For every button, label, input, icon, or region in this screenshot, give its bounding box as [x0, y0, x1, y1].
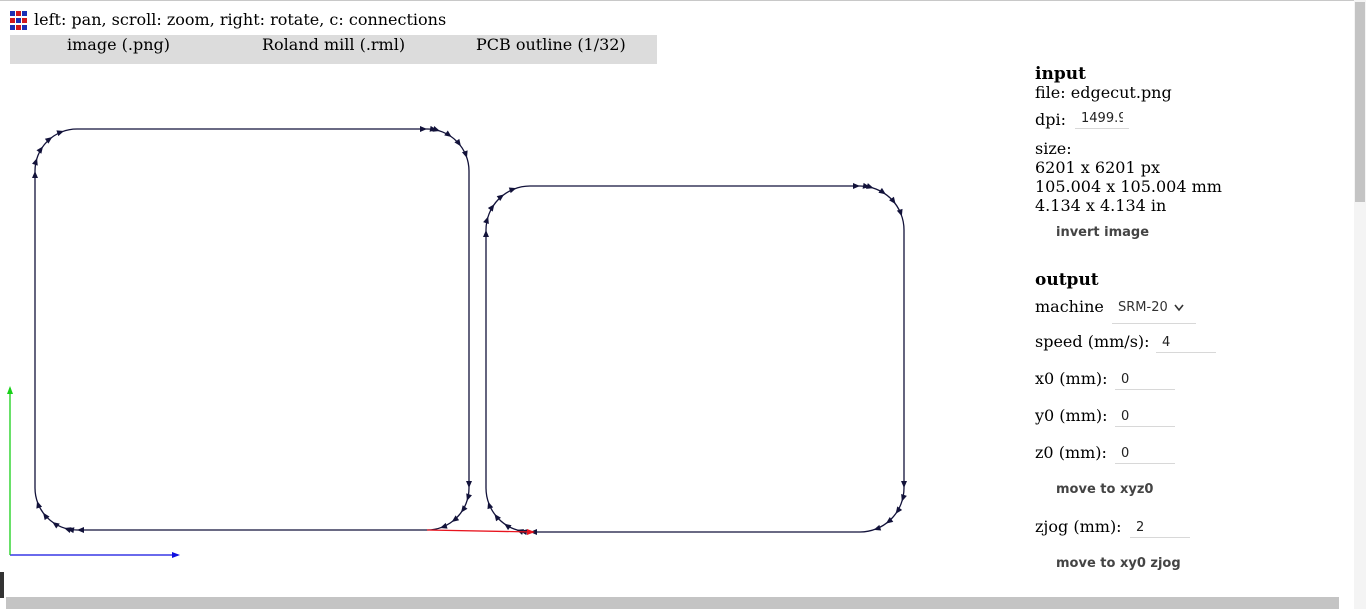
path-arrow-icon: [77, 527, 84, 533]
corner-arrow-icon: [466, 493, 472, 501]
speed-input[interactable]: [1156, 333, 1216, 353]
y0-label: y0 (mm):: [1035, 406, 1108, 425]
invert-image-button[interactable]: invert image: [1056, 225, 1149, 240]
zjog-input[interactable]: [1130, 518, 1190, 538]
machine-select-value: SRM-20: [1118, 300, 1168, 315]
corner-arrow-icon: [64, 527, 72, 533]
module-bar: image (.png) Roland mill (.rml) PCB outl…: [10, 35, 657, 64]
toolpath-outline-2: [485, 185, 905, 533]
dpi-label: dpi:: [1035, 110, 1066, 129]
horizontal-scrollbar[interactable]: [6, 597, 1339, 609]
toolpath-group: [32, 125, 907, 536]
x-axis-arrow-icon: [172, 552, 180, 558]
corner-arrow-icon: [32, 158, 38, 166]
path-arrow-icon: [853, 183, 860, 189]
move-to-xy0-zjog-button[interactable]: move to xy0 zjog: [1056, 556, 1181, 571]
move-to-xyz0-button[interactable]: move to xyz0: [1056, 482, 1153, 497]
zjog-label: zjog (mm):: [1035, 517, 1122, 536]
corner-arrow-icon: [432, 126, 440, 132]
z0-label: z0 (mm):: [1035, 443, 1107, 462]
size-px: 6201 x 6201 px: [1035, 158, 1160, 177]
corner-arrow-icon: [508, 187, 517, 194]
path-arrow-icon: [483, 230, 489, 237]
corner-arrow-icon: [487, 204, 495, 212]
corner-arrow-icon: [895, 506, 903, 514]
corner-arrow-icon: [878, 187, 886, 195]
y-axis-arrow-icon: [7, 386, 13, 394]
z0-input[interactable]: [1115, 444, 1175, 464]
corner-arrow-icon: [461, 150, 468, 159]
jog-arrow-icon: [527, 529, 535, 535]
output-heading: output: [1035, 270, 1099, 290]
speed-label: speed (mm/s):: [1035, 332, 1150, 351]
corner-arrow-icon: [444, 130, 452, 138]
corner-arrow-icon: [873, 524, 882, 531]
module-roland-mill[interactable]: Roland mill (.rml): [262, 35, 405, 55]
corner-arrow-icon: [56, 130, 65, 137]
y0-input[interactable]: [1115, 407, 1175, 427]
x0-label: x0 (mm):: [1035, 369, 1108, 388]
toolpath-canvas[interactable]: [0, 64, 1000, 599]
corner-arrow-icon: [52, 521, 60, 529]
x0-input[interactable]: [1115, 370, 1175, 390]
corner-arrow-icon: [483, 216, 489, 224]
help-text: left: pan, scroll: zoom, right: rotate, …: [34, 10, 447, 29]
corner-arrow-icon: [36, 500, 43, 509]
path-arrow-icon: [420, 126, 427, 132]
corner-arrow-icon: [516, 529, 524, 535]
path-arrow-icon: [466, 481, 472, 488]
input-file: file: edgecut.png: [1035, 83, 1172, 102]
path-arrow-icon: [901, 481, 907, 488]
vertical-scrollbar-thumb[interactable]: [1355, 2, 1365, 202]
path-arrow-icon: [32, 171, 38, 178]
input-heading: input: [1035, 64, 1086, 84]
corner-arrow-icon: [896, 208, 903, 217]
mods-grid-icon[interactable]: [10, 11, 30, 31]
window-top-border: [0, 0, 1366, 1]
corner-arrow-icon: [866, 183, 874, 189]
module-image-png[interactable]: image (.png): [67, 35, 170, 55]
machine-select[interactable]: SRM-20: [1112, 298, 1196, 324]
corner-arrow-icon: [36, 146, 44, 154]
corner-arrow-icon: [504, 523, 512, 531]
dpi-input[interactable]: [1075, 109, 1129, 129]
size-in: 4.134 x 4.134 in: [1035, 196, 1167, 215]
corner-arrow-icon: [901, 494, 907, 502]
module-pcb-outline[interactable]: PCB outline (1/32): [476, 35, 626, 55]
corner-arrow-icon: [487, 501, 494, 510]
left-edge-handle: [0, 572, 4, 598]
size-label: size:: [1035, 139, 1072, 158]
toolpath-outline-1: [34, 128, 470, 531]
chevron-down-icon: [1174, 304, 1184, 312]
corner-arrow-icon: [460, 505, 468, 513]
size-mm: 105.004 x 105.004 mm: [1035, 177, 1222, 196]
machine-label: machine: [1035, 297, 1104, 316]
